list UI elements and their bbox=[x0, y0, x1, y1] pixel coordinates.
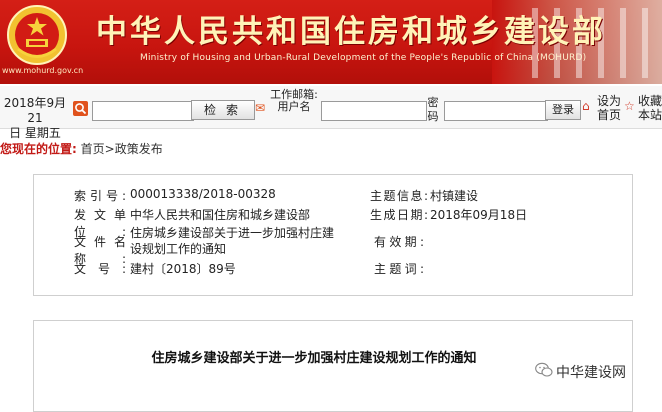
breadcrumb: 您现在的位置: 首页>政策发布 bbox=[0, 140, 163, 157]
watermark-text: 中华建设网 bbox=[556, 365, 626, 381]
set-home-link[interactable]: 设为首页 bbox=[595, 94, 623, 122]
username-input[interactable] bbox=[321, 101, 427, 121]
password-label: 密码 bbox=[427, 96, 439, 123]
breadcrumb-path[interactable]: 首页>政策发布 bbox=[81, 142, 163, 156]
site-url[interactable]: www.mohurd.gov.cn bbox=[2, 66, 83, 75]
toolbar: 2018年9月21 日 星期五 检索 ✉ 工作邮箱: 用户名 密码 登录 ⌂ 设… bbox=[0, 86, 662, 140]
date-value: 2018年09月18日 bbox=[430, 208, 528, 222]
validity-label: 有效期: bbox=[374, 235, 424, 249]
topic-value: 村镇建设 bbox=[430, 189, 479, 203]
login-button[interactable]: 登录 bbox=[545, 100, 581, 120]
password-input[interactable] bbox=[444, 101, 548, 121]
current-date: 2018年9月21 日 星期五 bbox=[0, 96, 70, 141]
topic-label: 主题信息: bbox=[370, 189, 428, 203]
search-input[interactable] bbox=[92, 101, 194, 121]
wechat-icon bbox=[535, 362, 553, 377]
docno-value: 建村〔2018〕89号 bbox=[130, 262, 236, 276]
breadcrumb-label: 您现在的位置: bbox=[0, 142, 77, 156]
filename-value: 住房城乡建设部关于进一步加强村庄建设规划工作的通知 bbox=[130, 226, 335, 256]
date-line-1: 2018年9月21 bbox=[3, 96, 67, 125]
work-mail-label: 工作邮箱: 用户名 bbox=[270, 88, 318, 113]
keywords-label: 主题词: bbox=[374, 262, 424, 276]
site-subtitle: Ministry of Housing and Urban-Rural Deve… bbox=[140, 53, 587, 63]
date-line-2: 日 星期五 bbox=[9, 126, 61, 140]
search-button[interactable]: 检索 bbox=[191, 100, 255, 120]
star-icon: ☆ bbox=[624, 99, 635, 113]
docno-label: 文号: bbox=[74, 262, 126, 276]
article-title: 住房城乡建设部关于进一步加强村庄建设规划工作的通知 bbox=[151, 351, 477, 366]
search-icon[interactable] bbox=[73, 101, 88, 116]
issuer-value: 中华人民共和国住房和城乡建设部 bbox=[130, 208, 311, 222]
document-info-box: 索引号: 000013338/2018-00328 主题信息: 村镇建设 发文单… bbox=[33, 174, 633, 296]
favorite-link[interactable]: 收藏本站 bbox=[636, 94, 662, 122]
index-value: 000013338/2018-00328 bbox=[130, 187, 276, 201]
national-emblem-icon bbox=[7, 5, 67, 65]
header-banner: www.mohurd.gov.cn 中华人民共和国住房和城乡建设部 Minist… bbox=[0, 0, 662, 84]
index-label: 索引号: bbox=[74, 189, 126, 203]
mail-icon: ✉ bbox=[255, 101, 266, 115]
home-icon: ⌂ bbox=[582, 99, 590, 113]
date-label: 生成日期: bbox=[370, 208, 428, 222]
site-title: 中华人民共和国住房和城乡建设部 bbox=[96, 14, 606, 50]
